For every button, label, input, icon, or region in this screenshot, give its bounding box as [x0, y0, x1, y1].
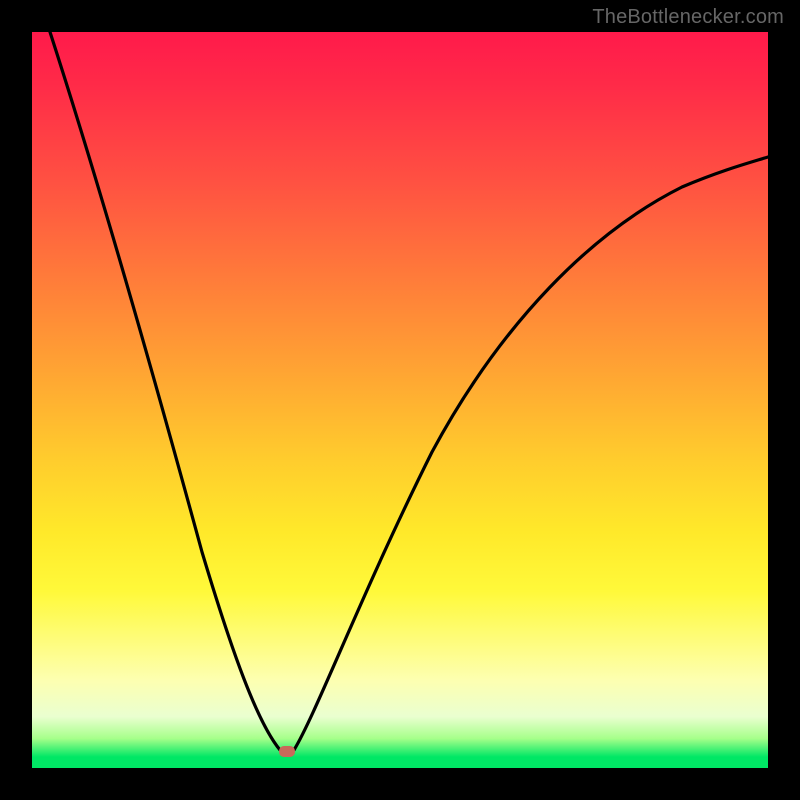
- watermark-text: TheBottlenecker.com: [592, 6, 784, 29]
- plot-area: [32, 32, 768, 768]
- minimum-marker: [279, 746, 295, 757]
- curve-svg: [32, 32, 768, 768]
- bottleneck-curve: [50, 32, 768, 755]
- chart-frame: TheBottlenecker.com: [0, 0, 800, 800]
